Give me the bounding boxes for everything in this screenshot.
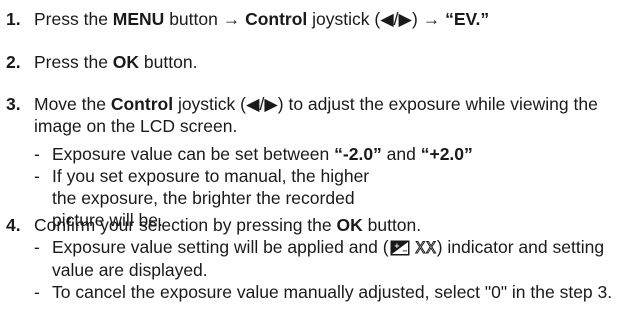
step-4-number: 4. [6,215,21,235]
ev-value-indicator: XX [415,238,437,258]
svg-text:−: − [402,247,408,255]
control-joystick-label: Control [110,94,174,114]
step-1-number: 1. [6,9,21,29]
step-3-text: Move the Control joystick (◀/▶) to adjus… [34,93,621,137]
bullet-text-and: and [381,144,421,164]
bullet-dash: - [34,144,40,164]
ev-menu-label: “EV.” [445,9,490,29]
step-1: 1. Press the MENU button → Control joyst… [6,8,621,30]
instruction-document: 1. Press the MENU button → Control joyst… [0,0,627,336]
bullet-dash: - [34,166,40,186]
step-2-text-press: Press the [34,52,113,72]
control-joystick-label: Control [245,9,308,29]
bullet-text: Exposure value setting will be applied a… [52,237,389,257]
step-4-text-button: button. [362,215,422,235]
step-2-number: 2. [6,52,21,72]
bullet-text: Exposure value can be set between [52,144,335,164]
bullet-dash: - [34,282,40,302]
step-2-text: Press the OK button. [34,51,621,73]
step-4-text: Confirm your selection by pressing the O… [34,214,621,236]
step-1-text: Press the MENU button → Control joystick… [34,8,621,30]
step-4-text-confirm: Confirm your selection by pressing the [34,215,337,235]
ok-button-label: OK [112,52,140,72]
step-1-text-joystick: joystick (◀/▶) → [307,9,446,29]
exposure-min-value: “-2.0” [334,144,382,164]
step-3-bullet-1: - Exposure value can be set between “-2.… [6,143,621,165]
step-2-text-button: button. [139,52,198,72]
step-4-bullet-2: - To cancel the exposure value manually … [6,281,621,303]
step-3-text-move: Move the [34,94,111,114]
step-3-number: 3. [6,94,21,114]
ok-button-label: OK [336,215,363,235]
menu-button-label: MENU [112,9,165,29]
exposure-max-value: “+2.0” [420,144,473,164]
step-1-text-press: Press the [34,9,113,29]
step-1-text-arrow: button → [164,9,246,29]
svg-text:+: + [394,242,400,250]
step-4: 4. Confirm your selection by pressing th… [6,214,621,236]
step-4-bullet-1: - Exposure value setting will be applied… [6,236,621,281]
exposure-compensation-icon: +− [390,240,410,256]
bullet-text: To cancel the exposure value manually ad… [52,282,613,302]
step-3: 3. Move the Control joystick (◀/▶) to ad… [6,93,621,137]
step-2: 2. Press the OK button. [6,51,621,73]
bullet-dash: - [34,237,40,257]
